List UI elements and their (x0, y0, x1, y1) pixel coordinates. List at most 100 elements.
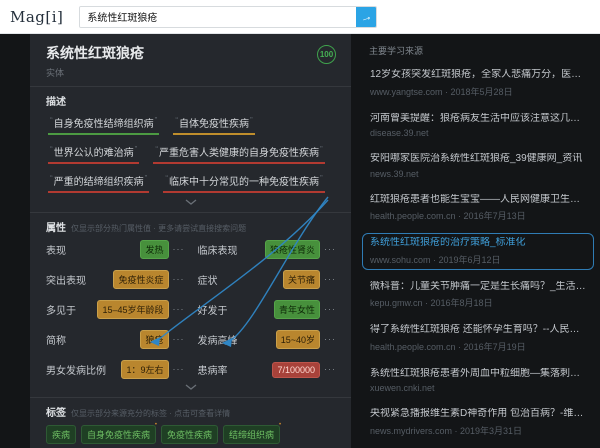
more-dots-icon[interactable]: ··· (173, 335, 185, 344)
source-title: 系统性红斑狼疮患者外周血中粒细胞—集落刺激因子受体及粒细胞... (370, 367, 586, 379)
source-item[interactable]: 微科普：儿童关节肿痛一定是生长痛吗？_生活一点通_光明网 kepu.gmw.cn … (362, 277, 594, 314)
source-item[interactable]: 12岁女孩突发红斑狼疮，全家人悲痛万分，医生却这么说......--... www… (362, 65, 594, 102)
attributes-heading-label: 属性 (46, 223, 66, 234)
source-meta: www.sohu.com · 2019年6月12日 (370, 254, 501, 265)
search-submit-button[interactable]: → (356, 6, 377, 27)
attribute-label: 发病高峰 (197, 336, 238, 347)
source-meta: disease.39.net (370, 128, 429, 138)
attribute-value-group: 狼疮性肾炎 ··· (264, 240, 336, 259)
source-title: 河南曾美提醒：狼疮病友生活中应该注意这几件事_39健康网_疾病 (370, 112, 586, 124)
attribute-value-group: 1：9左右 ··· (121, 360, 184, 379)
confidence-score-badge[interactable]: 100 (317, 45, 336, 64)
source-item[interactable]: 央视紧急播报维生素D神奇作用 包治百病？-维生素,维生素D,科普... news.… (362, 404, 594, 441)
source-title: 12岁女孩突发红斑狼疮，全家人悲痛万分，医生却这么说......--... (370, 69, 586, 80)
more-dots-icon[interactable]: ··· (173, 245, 185, 254)
source-meta: kepu.gmw.cn · 2016年8月18日 (370, 298, 493, 308)
tag-item[interactable]: 结缔组织病 • (223, 422, 281, 444)
sources-panel: 主要学习来源 12岁女孩突发红斑狼疮，全家人悲痛万分，医生却这么说......-… (358, 34, 598, 448)
source-title: 微科普：儿童关节肿痛一定是生长痛吗？_生活一点通_光明网 (370, 280, 586, 292)
description-heading: 描述 (46, 97, 66, 108)
divider (30, 397, 351, 398)
tag-list: 疾病自身免疫性疾病•免疫性疾病结缔组织病•自身免疫病•风湿性疾病•免疫病风湿病组… (46, 422, 336, 448)
tags-heading: 标签 仅显示部分来源充分的标签 · 点击可查看详情 (46, 404, 336, 419)
description-item[interactable]: 严重危害人类健康的自身免疫性疾病 (153, 144, 325, 164)
tag-source-mark: • (154, 422, 158, 428)
description-item[interactable]: 世界公认的难治病 (48, 144, 140, 164)
description-item[interactable]: 临床中十分常见的一种免疫性疾病 (163, 173, 325, 193)
attribute-label: 突出表现 (46, 276, 86, 287)
attribute-row: 突出表现 免疫性炎症 ··· (46, 270, 185, 289)
attribute-value-badge[interactable]: 1：9左右 (121, 360, 169, 379)
source-item[interactable]: 安阳哪家医院治系统性红斑狼疮_39健康网_资讯 news.39.net (362, 149, 594, 183)
divider (30, 212, 351, 213)
source-item[interactable]: 红斑狼疮患者也能生宝宝——人民网健康卫生频道——人民网 health.people… (362, 190, 594, 227)
more-dots-icon[interactable]: ··· (324, 335, 336, 344)
divider (30, 86, 351, 87)
magi-logo[interactable]: Mag[i] (10, 8, 63, 26)
tag-item[interactable]: 疾病 (46, 425, 77, 444)
attribute-value-badge[interactable]: 15~40岁 (275, 330, 320, 349)
attribute-row: 男女发病比例 1：9左右 ··· (46, 360, 185, 379)
more-dots-icon[interactable]: ··· (324, 275, 336, 284)
more-dots-icon[interactable]: ··· (324, 365, 336, 374)
attribute-value-badge[interactable]: 15–45岁年龄段 (97, 300, 169, 319)
source-meta: news.39.net (370, 168, 419, 179)
source-meta: health.people.com.cn · 2016年7月13日 (370, 211, 526, 221)
source-meta: xuewen.cnki.net (370, 383, 435, 393)
attribute-value-group: 关节痛 ··· (282, 270, 336, 289)
attribute-row: 临床表现 狼疮性肾炎 ··· (198, 240, 337, 259)
attribute-label: 患病率 (197, 366, 228, 377)
search-input[interactable] (80, 6, 357, 27)
description-item[interactable]: 自身免疫性结缔组织病 (48, 115, 160, 135)
attributes-grid: 表现 发热 ··· 临床表现 狼疮性肾炎 ··· 突出表现 免疫性炎症 ··· 症状 关节痛 ··· 多… (46, 240, 336, 379)
attribute-value-badge[interactable]: 狼疮 (140, 330, 169, 349)
attribute-label: 表现 (46, 246, 66, 257)
source-item[interactable]: 河南曾美提醒：狼疮病友生活中应该注意这几件事_39健康网_疾病 disease.3… (362, 109, 594, 143)
description-item[interactable]: 严重的结缔组织疾病 (48, 173, 150, 193)
attribute-value-badge[interactable]: 青年女性 (273, 300, 320, 319)
attributes-expand-button[interactable] (46, 384, 336, 390)
more-dots-icon[interactable]: ··· (324, 245, 336, 254)
more-dots-icon[interactable]: ··· (173, 365, 185, 374)
chevron-down-icon (185, 199, 197, 205)
tag-item[interactable]: 自身免疫性疾病 • (81, 422, 158, 444)
tags-section: 标签 仅显示部分来源充分的标签 · 点击可查看详情 疾病 自身免疫性疾病 • 免疫性疾病… (46, 404, 336, 448)
attribute-row: 症状 关节痛 ··· (198, 270, 337, 289)
more-dots-icon[interactable]: ··· (324, 305, 336, 314)
source-item[interactable]: 系统性红斑狼疮患者外周血中粒细胞—集落刺激因子受体及粒细胞... xuewen.c… (362, 364, 594, 398)
entity-type-label: 实体 (46, 68, 65, 78)
source-meta: news.mydrivers.com · 2019年3月31日 (370, 425, 523, 436)
main-layout: 系统性红斑狼疮 实体 100 描述 自身免疫性结缔组织病自体免疫性疾病世界公认的… (0, 34, 600, 448)
description-item[interactable]: 自体免疫性疾病 (173, 115, 255, 135)
source-item-highlighted[interactable]: 系统性红斑狼疮的治疗策略_标准化 www.sohu.com · 2019年6月12… (362, 233, 594, 270)
source-meta: health.people.com.cn · 2016年7月19日 (370, 341, 526, 352)
attribute-value-badge[interactable]: 免疫性炎症 (113, 270, 169, 289)
source-title: 系统性红斑狼疮的治疗策略_标准化 (370, 237, 526, 248)
source-meta: www.yangtse.com · 2018年5月28日 (370, 86, 513, 97)
attribute-label: 多见于 (46, 306, 76, 317)
attribute-value-group: 15~40岁 ··· (275, 330, 336, 349)
tag-item[interactable]: 免疫性疾病 (161, 425, 219, 444)
sources-heading: 主要学习来源 (369, 46, 424, 56)
attribute-label: 男女发病比例 (46, 366, 106, 377)
more-dots-icon[interactable]: ··· (173, 275, 185, 284)
more-dots-icon[interactable]: ··· (173, 305, 185, 314)
attribute-value-badge[interactable]: 7/100000 (272, 361, 320, 378)
source-item[interactable]: 得了系统性红斑狼疮 还能怀孕生育吗？--人民网健康卫生频道--... health… (362, 320, 594, 357)
attribute-row: 表现 发热 ··· (46, 240, 185, 259)
top-header: Mag[i] → (0, 0, 600, 34)
attribute-value-badge[interactable]: 狼疮性肾炎 (264, 240, 320, 259)
attributes-section: 属性 仅显示部分热门属性值 · 更多请尝试直接搜索问题 表现 发热 ··· 临床表现 狼疮… (46, 219, 336, 390)
chevron-down-icon (185, 384, 197, 390)
attribute-label: 好发于 (197, 306, 228, 317)
description-expand-button[interactable] (46, 199, 336, 205)
attribute-value-group: 免疫性炎症 ··· (113, 270, 184, 289)
attribute-label: 症状 (197, 276, 218, 287)
attribute-value-group: 青年女性 ··· (273, 300, 336, 319)
search-bar: → (79, 5, 378, 28)
attribute-value-badge[interactable]: 关节痛 (282, 270, 320, 289)
entity-header: 系统性红斑狼疮 实体 100 (46, 43, 336, 79)
attribute-value-badge[interactable]: 发热 (140, 240, 169, 259)
description-list: 自身免疫性结缔组织病自体免疫性疾病世界公认的难治病严重危害人类健康的自身免疫性疾… (46, 114, 336, 194)
source-title: 得了系统性红斑狼疮 还能怀孕生育吗？--人民网健康卫生频道--... (370, 324, 586, 335)
